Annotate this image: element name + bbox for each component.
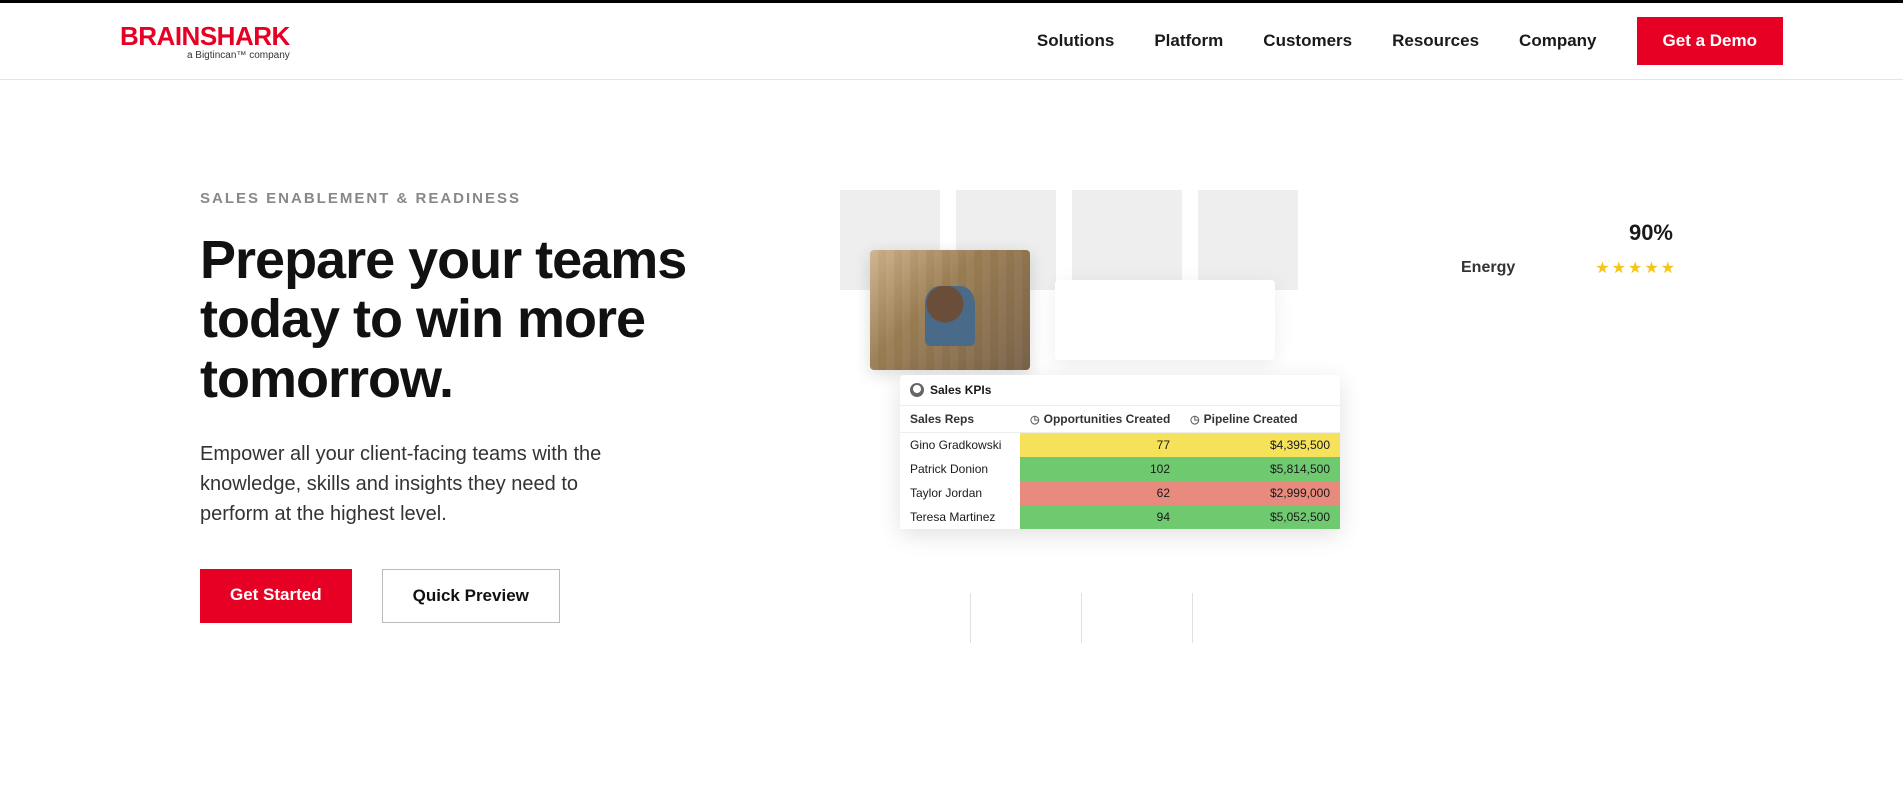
logo-text: BRAINSHARK (120, 21, 290, 52)
main-nav: Solutions Platform Customers Resources C… (1037, 17, 1783, 65)
get-started-button[interactable]: Get Started (200, 569, 352, 623)
kpi-col-pipe: Pipeline Created (1190, 412, 1350, 426)
score-card: 90% Energy ★ ★ ★ ★ ★ (1453, 220, 1683, 282)
nav-resources[interactable]: Resources (1392, 31, 1479, 51)
star-icon: ★ (1595, 258, 1609, 278)
site-header: BRAINSHARK a Bigtincan™ company Solution… (0, 3, 1903, 80)
opps-cell: 62 (1020, 481, 1180, 505)
kpi-col-reps: Sales Reps (910, 412, 1030, 426)
nav-solutions[interactable]: Solutions (1037, 31, 1114, 51)
opps-cell: 102 (1020, 457, 1180, 481)
sales-kpi-card: Sales KPIs Sales Reps Opportunities Crea… (900, 375, 1340, 529)
table-row: Gino Gradkowski77$4,395,500 (900, 433, 1340, 457)
table-row: Teresa Martinez94$5,052,500 (900, 505, 1340, 529)
hero-content: SALES ENABLEMENT & READINESS Prepare you… (200, 190, 760, 623)
rep-name: Taylor Jordan (900, 481, 1020, 505)
table-row: Patrick Donion102$5,814,500 (900, 457, 1340, 481)
bg-vertical-lines (970, 593, 1193, 643)
hero-subcopy: Empower all your client-facing teams wit… (200, 439, 640, 529)
vline (1081, 593, 1082, 643)
hero-section: SALES ENABLEMENT & READINESS Prepare you… (0, 80, 1903, 683)
get-demo-button[interactable]: Get a Demo (1637, 17, 1783, 65)
nav-platform[interactable]: Platform (1154, 31, 1223, 51)
hero-illustration: 90% Energy ★ ★ ★ ★ ★ Sales KPIs Sales Re… (840, 190, 1703, 623)
bg-box (1198, 190, 1298, 290)
star-icon: ★ (1628, 258, 1642, 278)
logo[interactable]: BRAINSHARK a Bigtincan™ company (120, 21, 290, 61)
vline (1192, 593, 1193, 643)
hero-eyebrow: SALES ENABLEMENT & READINESS (200, 190, 760, 207)
kpi-title: Sales KPIs (930, 383, 991, 397)
kpi-header-row: Sales Reps Opportunities Created Pipelin… (900, 405, 1340, 433)
nav-customers[interactable]: Customers (1263, 31, 1352, 51)
opps-cell: 94 (1020, 505, 1180, 529)
star-icon: ★ (1612, 258, 1626, 278)
rep-name: Teresa Martinez (900, 505, 1020, 529)
rep-name: Patrick Donion (900, 457, 1020, 481)
vline (970, 593, 971, 643)
rep-name: Gino Gradkowski (900, 433, 1020, 457)
hero-headline: Prepare your teams today to win more tom… (200, 231, 760, 409)
pipe-cell: $5,052,500 (1180, 505, 1340, 529)
pipe-cell: $5,814,500 (1180, 457, 1340, 481)
kpi-col-opps: Opportunities Created (1030, 412, 1190, 426)
person-icon (910, 383, 924, 397)
nav-company[interactable]: Company (1519, 31, 1596, 51)
bg-box (1072, 190, 1182, 290)
table-row: Taylor Jordan62$2,999,000 (900, 481, 1340, 505)
clock-icon (1190, 412, 1200, 426)
star-icon: ★ (1644, 258, 1658, 278)
kpi-title-row: Sales KPIs (900, 375, 1340, 405)
score-percentage: 90% (1453, 220, 1683, 246)
white-overlay-panel (1055, 280, 1275, 360)
metric-label: Energy (1461, 259, 1515, 277)
star-icon: ★ (1661, 258, 1675, 278)
score-metric-row: Energy ★ ★ ★ ★ ★ (1453, 254, 1683, 282)
presenter-photo (870, 250, 1030, 370)
clock-icon (1030, 412, 1040, 426)
pipe-cell: $2,999,000 (1180, 481, 1340, 505)
logo-tagline: a Bigtincan™ company (187, 50, 290, 61)
star-rating: ★ ★ ★ ★ ★ (1595, 258, 1675, 278)
pipe-cell: $4,395,500 (1180, 433, 1340, 457)
quick-preview-button[interactable]: Quick Preview (382, 569, 560, 623)
opps-cell: 77 (1020, 433, 1180, 457)
hero-cta-row: Get Started Quick Preview (200, 569, 760, 623)
